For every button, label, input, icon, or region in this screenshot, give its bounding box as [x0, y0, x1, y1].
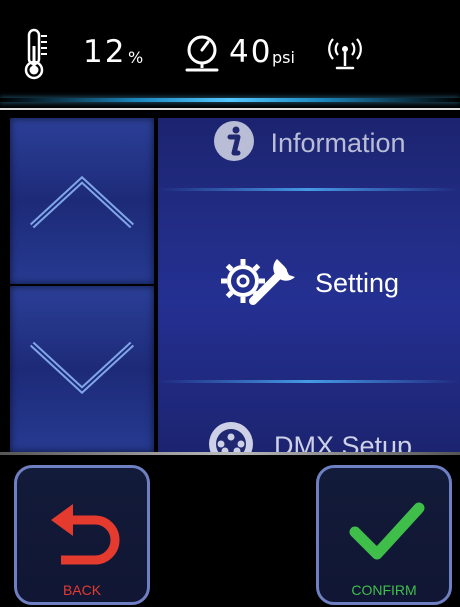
scroll-down-button[interactable] [10, 286, 154, 452]
thermometer-icon [24, 28, 50, 84]
menu-list: Information Setting DMX Setup [158, 118, 460, 452]
pressure-unit: psi [272, 48, 295, 67]
menu-item-label: Setting [314, 267, 400, 298]
action-bar-divider [0, 452, 460, 455]
status-divider [0, 98, 460, 102]
menu-item-label: Information [270, 127, 406, 158]
pressure-gauge-icon [183, 34, 221, 78]
chevron-down-icon [26, 338, 138, 402]
pressure-value: 40 [229, 34, 273, 70]
header-divider [0, 108, 460, 110]
menu-item-information[interactable]: Information [158, 118, 460, 178]
status-bar: 12 % 40 psi [0, 0, 460, 98]
menu-separator [158, 188, 460, 191]
menu-separator [158, 380, 460, 383]
back-button[interactable]: BACK [14, 465, 150, 605]
humidity-value: 12 [83, 34, 127, 70]
antenna-signal-icon [326, 36, 364, 78]
humidity-unit: % [128, 48, 144, 67]
menu-item-label: DMX Setup [273, 430, 413, 453]
back-arrow-icon [47, 502, 123, 580]
device-screen: 12 % 40 psi Information Setting DMX Setu… [0, 0, 460, 607]
menu-item-setting[interactable]: Setting [158, 243, 460, 323]
dmx-connector-icon [206, 419, 256, 452]
scroll-up-button[interactable] [10, 118, 154, 284]
confirm-button[interactable]: CONFIRM [316, 465, 452, 605]
info-icon [212, 119, 256, 167]
back-label: BACK [62, 582, 102, 598]
menu-item-dmx-setup[interactable]: DMX Setup [158, 416, 460, 452]
confirm-label: CONFIRM [351, 582, 417, 598]
chevron-up-icon [26, 172, 138, 236]
scroll-controls [10, 118, 154, 452]
checkmark-icon [349, 498, 425, 568]
gear-wrench-icon [219, 253, 303, 313]
